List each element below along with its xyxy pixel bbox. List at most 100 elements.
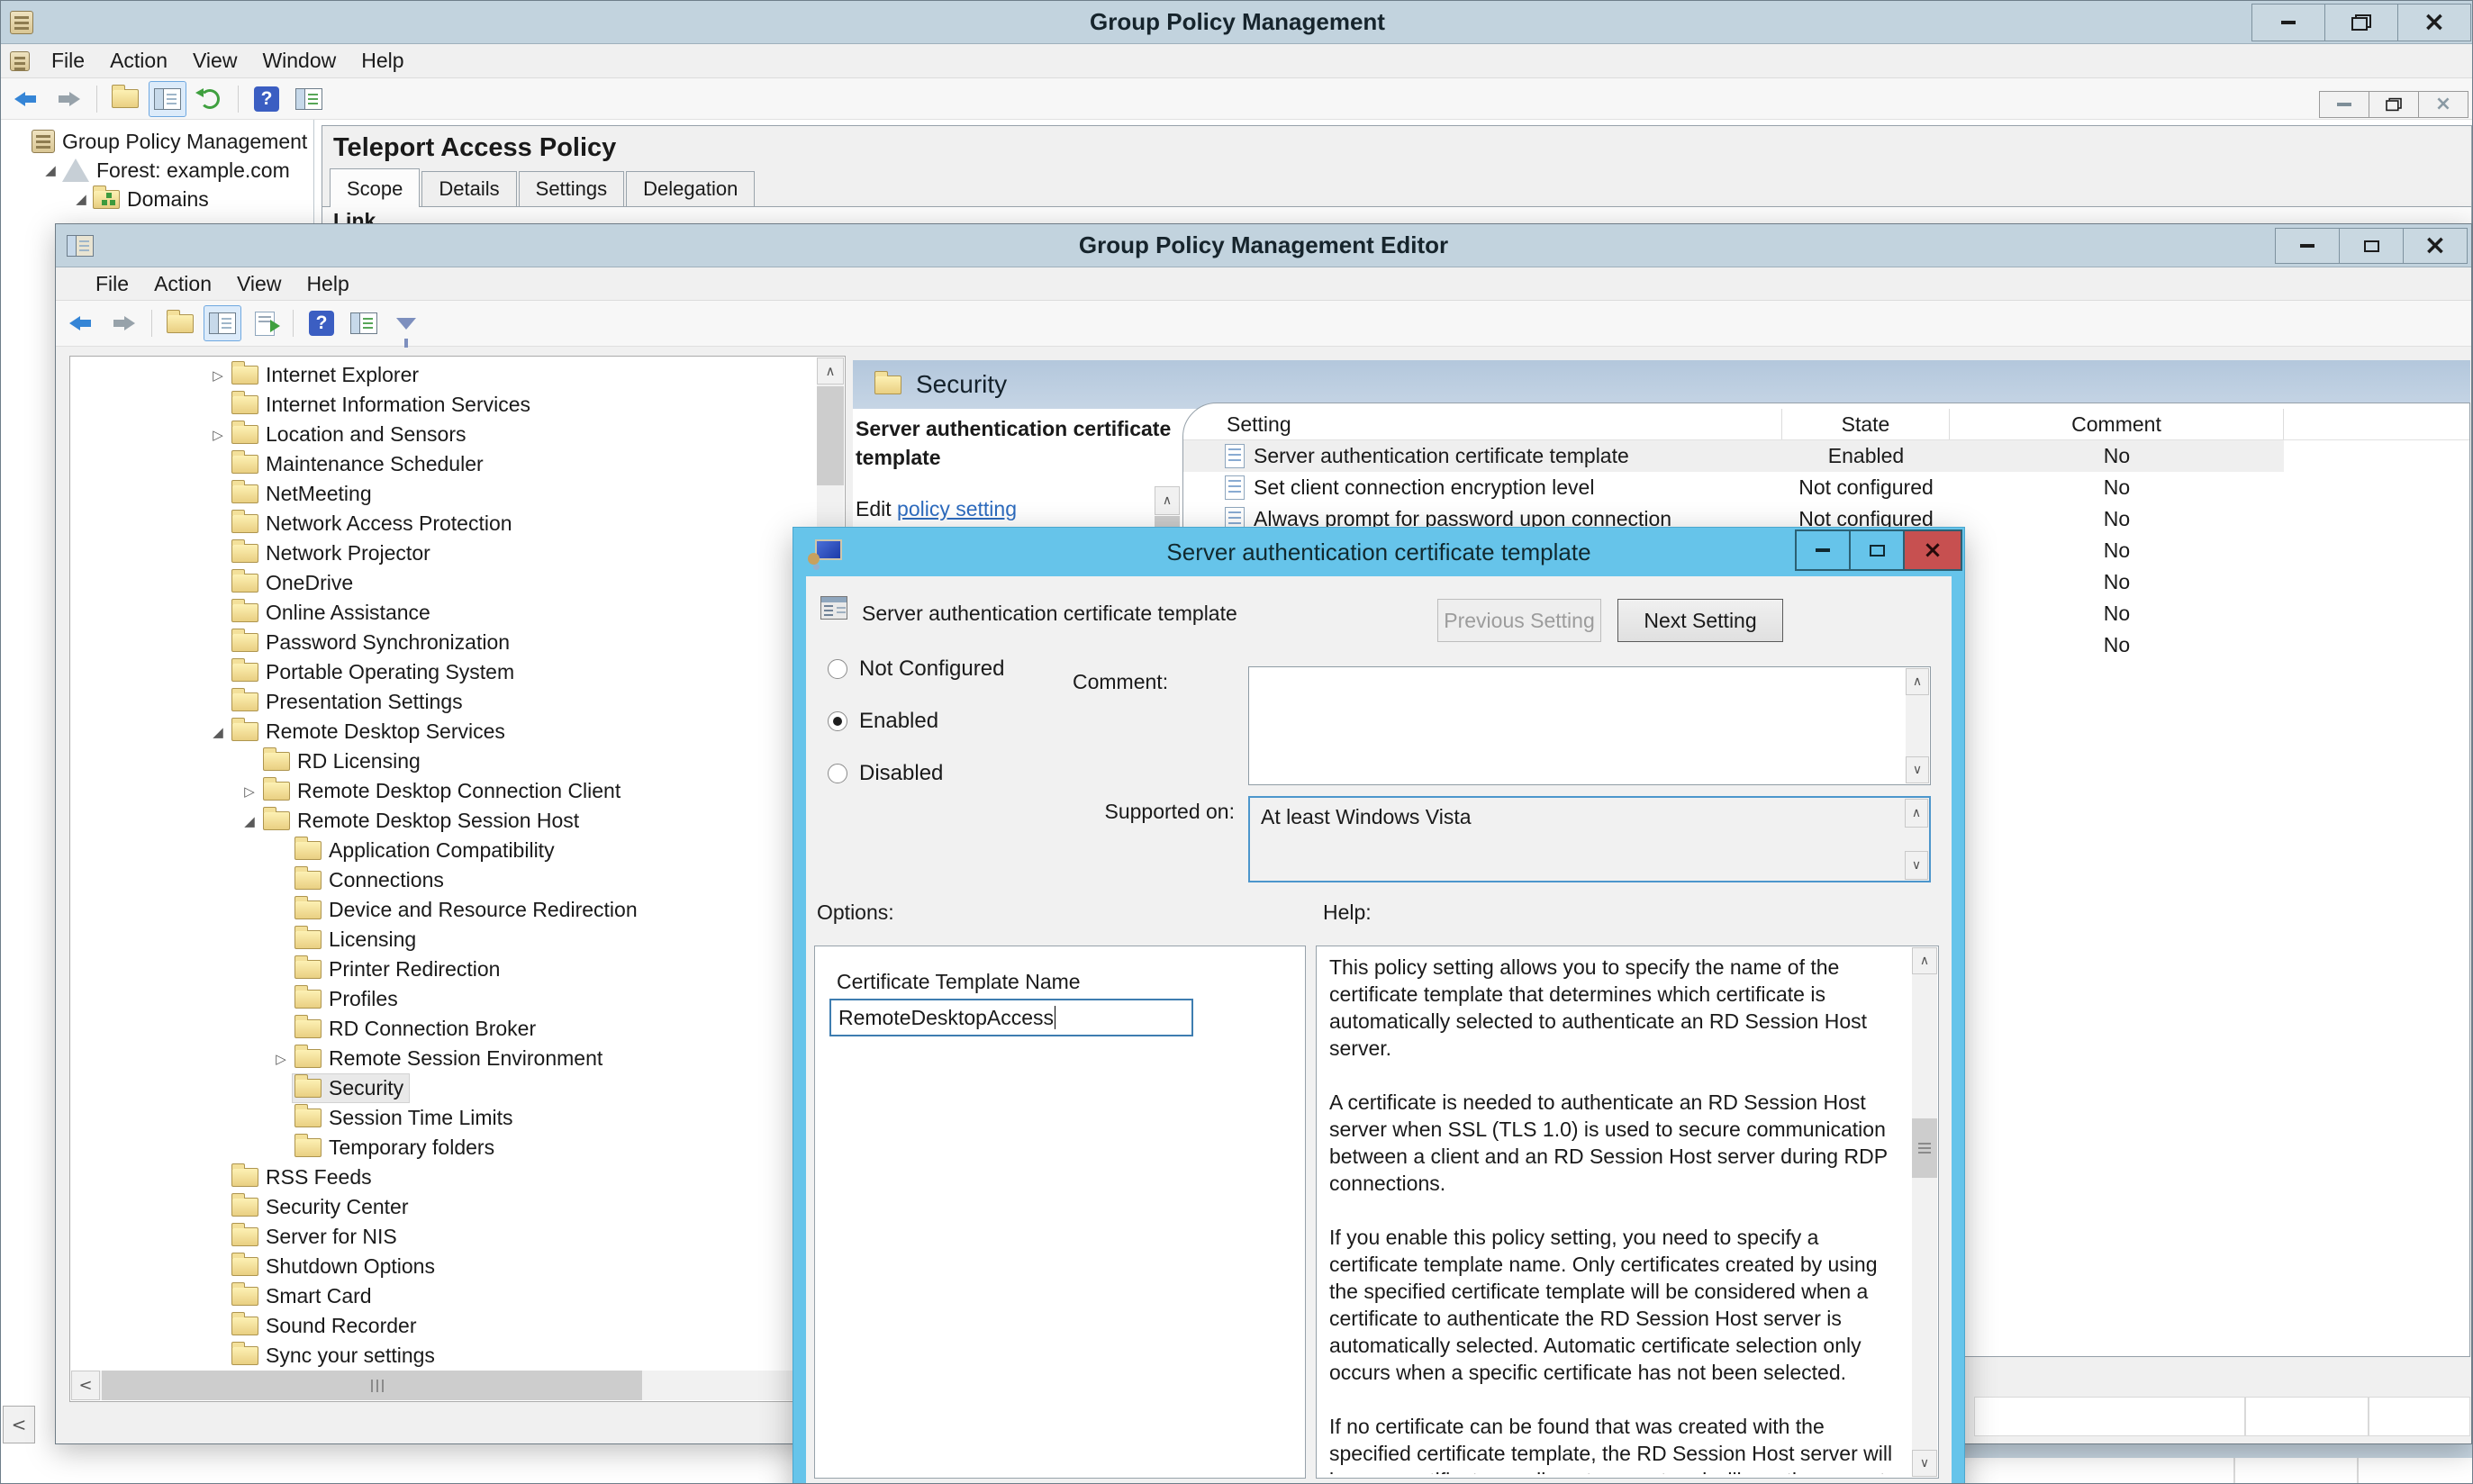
gpme-tree-item-sound-recorder[interactable]: Sound Recorder <box>71 1311 816 1341</box>
tree-horizontal-scrollbar[interactable]: < <box>71 1371 816 1400</box>
gpme-tree-item-rd-licensing[interactable]: RD Licensing <box>71 747 816 776</box>
toolbar-folder-button[interactable] <box>107 82 143 116</box>
expand-arrow-icon[interactable]: ◢ <box>206 724 230 740</box>
gpme-tree-item-connections[interactable]: Connections <box>71 865 816 895</box>
expand-arrow-icon[interactable]: ▷ <box>238 783 261 800</box>
previous-setting-button[interactable]: Previous Setting <box>1437 599 1601 642</box>
toolbar-forward-button[interactable] <box>50 82 86 116</box>
comment-scrollbar[interactable]: ∧ ∨ <box>1906 668 1929 783</box>
toolbar-filter-button[interactable] <box>388 306 424 340</box>
tab-delegation[interactable]: Delegation <box>626 171 755 207</box>
mdi-minimize-button[interactable] <box>2319 91 2369 118</box>
gpme-tree-item-application-compatibility[interactable]: Application Compatibility <box>71 836 816 865</box>
toolbar-back-button[interactable] <box>63 306 99 340</box>
toolbar-back-button[interactable] <box>8 82 44 116</box>
dialog-maximize-button[interactable] <box>1849 529 1905 571</box>
gpme-tree-item-printer-redirection[interactable]: Printer Redirection <box>71 955 816 984</box>
expand-arrow-icon[interactable]: ◢ <box>238 813 261 829</box>
expand-arrow-icon[interactable]: ▷ <box>206 367 230 384</box>
help-scrollbar[interactable]: ∧ ∨ <box>1912 947 1937 1477</box>
gpme-tree-item-network-access-protection[interactable]: Network Access Protection <box>71 509 816 538</box>
toolbar-forward-button[interactable] <box>105 306 141 340</box>
dialog-minimize-button[interactable] <box>1795 529 1851 571</box>
gpme-tree-item-rd-connection-broker[interactable]: RD Connection Broker <box>71 1014 816 1044</box>
scroll-down-button[interactable]: ∨ <box>1905 851 1928 880</box>
menu-window[interactable]: Window <box>249 44 349 77</box>
close-button[interactable]: × <box>2397 4 2471 41</box>
scroll-up-button[interactable]: ∧ <box>1905 799 1928 828</box>
expand-arrow-icon[interactable]: ◢ <box>69 191 93 207</box>
toolbar-action-pane-button[interactable] <box>291 82 327 116</box>
toolbar-console-tree-button[interactable] <box>149 82 186 116</box>
gpme-tree-item-remote-desktop-services[interactable]: ◢Remote Desktop Services <box>71 717 816 747</box>
menu-help[interactable]: Help <box>349 44 416 77</box>
gpme-tree-item-internet-information-services[interactable]: Internet Information Services <box>71 390 816 420</box>
gpme-tree-item-remote-desktop-session-host[interactable]: ◢Remote Desktop Session Host <box>71 806 816 836</box>
gpme-tree-item-device-and-resource-redirection[interactable]: Device and Resource Redirection <box>71 895 816 925</box>
column-header-setting[interactable]: Setting <box>1183 409 1782 439</box>
toolbar-folder-button[interactable] <box>162 306 198 340</box>
expand-arrow-icon[interactable]: ◢ <box>39 162 62 178</box>
gpme-tree-item-network-projector[interactable]: Network Projector <box>71 538 816 568</box>
scroll-thumb[interactable] <box>1912 1118 1937 1178</box>
gpme-tree-item-temporary-folders[interactable]: Temporary folders <box>71 1133 816 1163</box>
gpme-tree-item-server-for-nis[interactable]: Server for NIS <box>71 1222 816 1252</box>
gpme-tree-item-online-assistance[interactable]: Online Assistance <box>71 598 816 628</box>
menu-file[interactable]: File <box>83 267 141 300</box>
scroll-left-button[interactable]: < <box>71 1371 100 1400</box>
scroll-up-button[interactable]: ∧ <box>1155 486 1180 515</box>
gpm-tree-item-domains[interactable]: ◢Domains <box>1 185 313 213</box>
gpme-tree-item-licensing[interactable]: Licensing <box>71 925 816 955</box>
radio-not-configured[interactable]: Not Configured <box>828 656 1004 683</box>
restore-button[interactable] <box>2324 4 2398 41</box>
mdi-close-button[interactable]: × <box>2418 91 2468 118</box>
tab-scope[interactable]: Scope <box>330 168 420 207</box>
scroll-down-button[interactable]: ∨ <box>1906 756 1929 783</box>
radio-disabled[interactable]: Disabled <box>828 760 1004 787</box>
dialog-close-button[interactable]: × <box>1903 529 1962 571</box>
menu-view[interactable]: View <box>224 267 294 300</box>
gpme-tree-item-maintenance-scheduler[interactable]: Maintenance Scheduler <box>71 449 816 479</box>
scroll-thumb[interactable] <box>817 386 844 485</box>
gpme-tree-item-remote-session-environment[interactable]: ▷Remote Session Environment <box>71 1044 816 1073</box>
toolbar-console-tree-button[interactable] <box>204 306 240 340</box>
gpme-tree-item-portable-operating-system[interactable]: Portable Operating System <box>71 657 816 687</box>
gpme-tree-item-onedrive[interactable]: OneDrive <box>71 568 816 598</box>
menu-action[interactable]: Action <box>141 267 224 300</box>
gpme-tree-item-security-center[interactable]: Security Center <box>71 1192 816 1222</box>
gpme-tree-item-security[interactable]: Security <box>71 1073 816 1103</box>
gpm-tree-item-group-policy-management[interactable]: Group Policy Management <box>1 127 313 156</box>
minimize-button[interactable] <box>2275 228 2340 264</box>
minimize-button[interactable] <box>2251 4 2325 41</box>
gpme-tree-item-profiles[interactable]: Profiles <box>71 984 816 1014</box>
certificate-template-name-input[interactable]: RemoteDesktopAccess <box>829 999 1193 1036</box>
policy-setting-link[interactable]: policy setting <box>897 497 1017 520</box>
supported-on-box[interactable]: At least Windows Vista ∧ ∨ <box>1248 796 1931 882</box>
gpme-tree-item-smart-card[interactable]: Smart Card <box>71 1281 816 1311</box>
expand-arrow-icon[interactable]: ▷ <box>206 427 230 443</box>
gpm-tree-item-forest-example-com[interactable]: ◢Forest: example.com <box>1 156 313 185</box>
toolbar-export-list-button[interactable] <box>247 306 283 340</box>
next-setting-button[interactable]: Next Setting <box>1617 599 1783 642</box>
scroll-thumb[interactable] <box>102 1371 642 1400</box>
gpme-tree-item-password-synchronization[interactable]: Password Synchronization <box>71 628 816 657</box>
scroll-up-button[interactable]: ∧ <box>817 357 844 385</box>
menu-file[interactable]: File <box>39 44 97 77</box>
scroll-up-button[interactable]: ∧ <box>1912 947 1937 974</box>
toolbar-help-button[interactable]: ? <box>249 82 285 116</box>
gpme-tree-item-shutdown-options[interactable]: Shutdown Options <box>71 1252 816 1281</box>
close-button[interactable]: × <box>2403 228 2468 264</box>
gpme-tree-item-remote-desktop-connection-client[interactable]: ▷Remote Desktop Connection Client <box>71 776 816 806</box>
menu-action[interactable]: Action <box>97 44 180 77</box>
gpme-tree-item-sync-your-settings[interactable]: Sync your settings <box>71 1341 816 1370</box>
settings-row[interactable]: Set client connection encryption levelNo… <box>1183 472 2469 503</box>
menu-view[interactable]: View <box>180 44 249 77</box>
radio-enabled[interactable]: Enabled <box>828 708 1004 735</box>
maximize-button[interactable] <box>2339 228 2404 264</box>
gpm-hscroll-left-button[interactable]: < <box>3 1406 35 1443</box>
scroll-up-button[interactable]: ∧ <box>1906 668 1929 695</box>
mdi-restore-button[interactable] <box>2369 91 2419 118</box>
gpme-tree-item-internet-explorer[interactable]: ▷Internet Explorer <box>71 360 816 390</box>
supported-on-scrollbar[interactable]: ∧ ∨ <box>1905 799 1928 880</box>
column-header-state[interactable]: State <box>1782 409 1950 439</box>
